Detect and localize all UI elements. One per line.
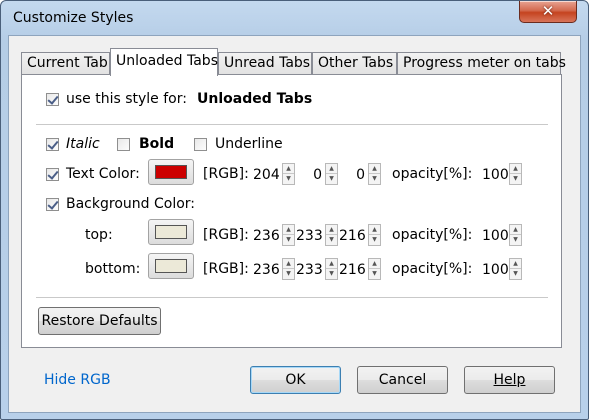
bold-checkbox[interactable] [117, 138, 130, 151]
bg-top-opacity-label: opacity[%]: [392, 227, 473, 243]
bg-top-swatch [155, 225, 187, 239]
spin-up-icon[interactable]: ▲ [510, 164, 521, 174]
use-style-checkbox[interactable] [46, 93, 59, 106]
bg-bottom-swatch-button[interactable] [148, 253, 194, 279]
bg-top-label: top: [85, 227, 113, 243]
text-rgb-label: [RGB]: [203, 166, 249, 182]
spin-up-icon[interactable]: ▲ [326, 225, 337, 235]
text-green-value[interactable]: 0 [295, 163, 325, 185]
help-button[interactable]: Help [464, 366, 555, 394]
background-color-checkbox[interactable] [46, 198, 59, 211]
spin-arrows[interactable]: ▲ ▼ [509, 224, 522, 246]
spin-down-icon[interactable]: ▼ [369, 269, 380, 279]
customize-styles-dialog: Customize Styles ✕ Current Tab Unloaded … [0, 0, 589, 420]
text-color-checkbox[interactable] [46, 168, 59, 181]
spin-up-icon[interactable]: ▲ [369, 164, 380, 174]
spin-arrows[interactable]: ▲ ▼ [368, 163, 381, 185]
restore-defaults-button[interactable]: Restore Defaults [38, 307, 161, 335]
text-opacity-value[interactable]: 100 [481, 163, 509, 185]
bg-bottom-rgb-label: [RGB]: [203, 261, 249, 277]
spin-down-icon[interactable]: ▼ [510, 235, 521, 245]
unloaded-tabs-panel: use this style for: Unloaded Tabs Italic… [21, 74, 562, 348]
spin-arrows[interactable]: ▲ ▼ [368, 224, 381, 246]
spin-up-icon[interactable]: ▲ [326, 164, 337, 174]
spin-up-icon[interactable]: ▲ [510, 225, 521, 235]
dialog-body: Current Tab Unloaded Tabs Unread Tabs Ot… [8, 35, 581, 413]
use-style-label: use this style for: [66, 91, 187, 107]
spin-arrows[interactable]: ▲ ▼ [368, 258, 381, 280]
bg-bottom-blue-value[interactable]: 216 [338, 258, 368, 280]
bg-bottom-green-value[interactable]: 233 [295, 258, 325, 280]
underline-checkbox[interactable] [194, 138, 207, 151]
bg-bottom-swatch [155, 259, 187, 273]
bg-bottom-label: bottom: [85, 261, 141, 277]
spin-arrows[interactable]: ▲ ▼ [282, 163, 295, 185]
text-color-swatch-button[interactable] [148, 159, 194, 185]
ok-button[interactable]: OK [250, 366, 341, 394]
spin-up-icon[interactable]: ▲ [510, 259, 521, 269]
style-target-label: Unloaded Tabs [197, 91, 313, 107]
separator [36, 124, 548, 125]
spin-arrows[interactable]: ▲ ▼ [509, 163, 522, 185]
close-button[interactable]: ✕ [519, 1, 577, 23]
bg-top-rgb-label: [RGB]: [203, 227, 249, 243]
spin-arrows[interactable]: ▲ ▼ [509, 258, 522, 280]
spin-up-icon[interactable]: ▲ [283, 164, 294, 174]
spin-arrows[interactable]: ▲ ▼ [325, 163, 338, 185]
text-opacity-label: opacity[%]: [392, 166, 473, 182]
spin-arrows[interactable]: ▲ ▼ [325, 258, 338, 280]
tab-other-tabs[interactable]: Other Tabs [312, 52, 397, 75]
background-color-label: Background Color: [66, 196, 195, 212]
spin-arrows[interactable]: ▲ ▼ [282, 224, 295, 246]
bg-top-green-value[interactable]: 233 [295, 224, 325, 246]
spin-down-icon[interactable]: ▼ [369, 174, 380, 184]
spin-down-icon[interactable]: ▼ [283, 269, 294, 279]
spin-down-icon[interactable]: ▼ [283, 235, 294, 245]
spin-down-icon[interactable]: ▼ [510, 174, 521, 184]
separator [36, 297, 548, 298]
spin-up-icon[interactable]: ▲ [369, 259, 380, 269]
tab-unread-tabs[interactable]: Unread Tabs [218, 52, 312, 75]
text-blue-value[interactable]: 0 [338, 163, 368, 185]
tab-progress-meter[interactable]: Progress meter on tabs [397, 52, 566, 75]
spin-up-icon[interactable]: ▲ [283, 259, 294, 269]
spin-up-icon[interactable]: ▲ [369, 225, 380, 235]
text-color-label: Text Color: [66, 166, 140, 182]
bg-bottom-opacity-label: opacity[%]: [392, 261, 473, 277]
window-title: Customize Styles [13, 10, 134, 26]
bg-bottom-red-value[interactable]: 236 [252, 258, 282, 280]
title-bar[interactable]: Customize Styles ✕ [1, 1, 588, 35]
bg-bottom-opacity-value[interactable]: 100 [481, 258, 509, 280]
tab-current-tab[interactable]: Current Tab [21, 52, 110, 75]
underline-label: Underline [215, 136, 283, 152]
text-red-value[interactable]: 204 [252, 163, 282, 185]
spin-down-icon[interactable]: ▼ [326, 269, 337, 279]
text-color-swatch [155, 165, 187, 179]
cancel-button[interactable]: Cancel [357, 366, 448, 394]
spin-down-icon[interactable]: ▼ [326, 235, 337, 245]
spin-down-icon[interactable]: ▼ [369, 235, 380, 245]
close-icon: ✕ [541, 2, 555, 20]
spin-up-icon[interactable]: ▲ [283, 225, 294, 235]
bg-top-opacity-value[interactable]: 100 [481, 224, 509, 246]
italic-checkbox[interactable] [46, 138, 59, 151]
spin-arrows[interactable]: ▲ ▼ [282, 258, 295, 280]
bold-label: Bold [139, 136, 175, 152]
spin-up-icon[interactable]: ▲ [326, 259, 337, 269]
hide-rgb-link[interactable]: Hide RGB [44, 372, 111, 388]
spin-down-icon[interactable]: ▼ [510, 269, 521, 279]
spin-arrows[interactable]: ▲ ▼ [325, 224, 338, 246]
tab-unloaded-tabs[interactable]: Unloaded Tabs [110, 48, 218, 76]
bg-top-blue-value[interactable]: 216 [338, 224, 368, 246]
spin-down-icon[interactable]: ▼ [326, 174, 337, 184]
bg-top-red-value[interactable]: 236 [252, 224, 282, 246]
bg-top-swatch-button[interactable] [148, 219, 194, 245]
italic-label: Italic [66, 136, 100, 152]
spin-down-icon[interactable]: ▼ [283, 174, 294, 184]
